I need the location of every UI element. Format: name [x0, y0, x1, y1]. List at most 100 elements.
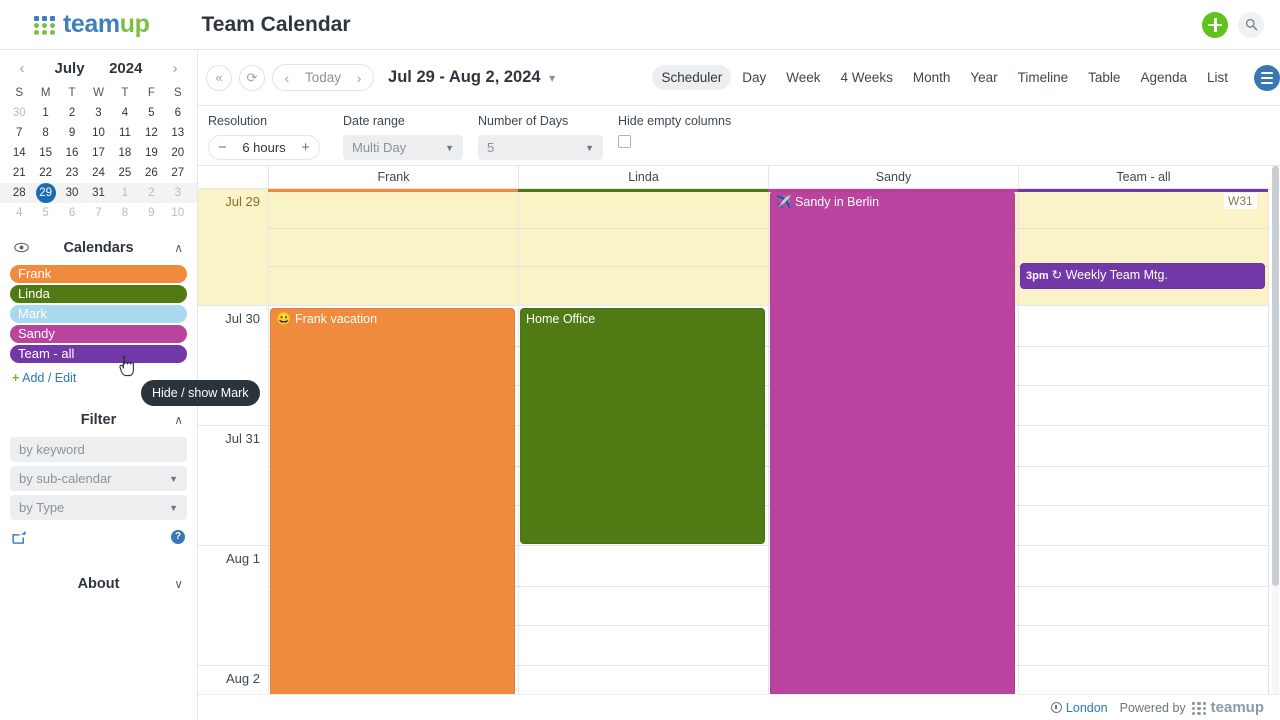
minicalendar-day-11[interactable]: 11 [112, 123, 138, 143]
view-tab-year[interactable]: Year [961, 65, 1006, 90]
minicalendar-prev-button[interactable]: ‹ [14, 60, 30, 77]
minicalendar-day-6[interactable]: 6 [59, 203, 85, 223]
date-range-picker[interactable]: Jul 29 - Aug 2, 2024 ▾ [388, 68, 555, 87]
minicalendar-day-5[interactable]: 5 [138, 103, 164, 123]
minicalendar-day-15[interactable]: 15 [32, 143, 58, 163]
hamburger-menu-icon[interactable] [1254, 64, 1280, 91]
minicalendar-day-4[interactable]: 4 [6, 203, 32, 223]
minicalendar-day-7[interactable]: 7 [85, 203, 111, 223]
resolution-stepper[interactable]: − 6 hours + [208, 135, 320, 160]
minicalendar-day-16[interactable]: 16 [59, 143, 85, 163]
next-period-button[interactable]: › [347, 70, 371, 86]
chevron-down-icon-about[interactable]: ∨ [167, 577, 183, 591]
minicalendar-next-button[interactable]: › [167, 60, 183, 77]
scheduler-date-label: Jul 31 [225, 431, 260, 446]
minicalendar-day-8[interactable]: 8 [32, 123, 58, 143]
minicalendar-day-10[interactable]: 10 [85, 123, 111, 143]
calendar-toggle-frank[interactable]: Frank [10, 265, 187, 283]
refresh-button[interactable]: ⟳ [239, 64, 265, 91]
minicalendar-day-7[interactable]: 7 [6, 123, 32, 143]
footer-teamup-logo[interactable]: teamup [1191, 699, 1264, 716]
minicalendar-day-9[interactable]: 9 [138, 203, 164, 223]
calendar-toggle-mark[interactable]: Mark [10, 305, 187, 323]
minicalendar-day-13[interactable]: 13 [165, 123, 191, 143]
calendar-toggle-team-all[interactable]: Team - all [10, 345, 187, 363]
view-tab-4-weeks[interactable]: 4 Weeks [832, 65, 902, 90]
vertical-scrollbar[interactable] [1272, 166, 1279, 694]
filter-type-select[interactable]: by Type ▼ [10, 495, 187, 520]
view-tab-week[interactable]: Week [777, 65, 829, 90]
view-tab-scheduler[interactable]: Scheduler [652, 65, 732, 90]
minicalendar-day-2[interactable]: 2 [59, 103, 85, 123]
prev-period-button[interactable]: ‹ [275, 70, 299, 86]
timezone-city-link[interactable]: London [1066, 701, 1108, 715]
minicalendar-day-30[interactable]: 30 [59, 183, 85, 203]
minicalendar-day-5[interactable]: 5 [32, 203, 58, 223]
minicalendar-day-8[interactable]: 8 [112, 203, 138, 223]
calendar-toggle-linda[interactable]: Linda [10, 285, 187, 303]
filter-keyword-input[interactable]: by keyword [10, 437, 187, 462]
scrollbar-thumb[interactable] [1272, 166, 1279, 586]
scheduler-column-header-linda[interactable]: Linda [518, 166, 768, 188]
minicalendar-day-31[interactable]: 31 [85, 183, 111, 203]
minicalendar-day-6[interactable]: 6 [165, 103, 191, 123]
view-tab-timeline[interactable]: Timeline [1009, 65, 1078, 90]
chevron-up-icon-filter[interactable]: ∧ [167, 413, 183, 427]
minicalendar-day-23[interactable]: 23 [59, 163, 85, 183]
minicalendar-day-30[interactable]: 30 [6, 103, 32, 123]
collapse-sidebar-button[interactable]: « [206, 64, 232, 91]
calendar-event[interactable]: ✈️ Sandy in Berlin [770, 191, 1015, 694]
scheduler-column-header-sandy[interactable]: Sandy [768, 166, 1018, 188]
resolution-increase-button[interactable]: + [301, 140, 310, 155]
resolution-decrease-button[interactable]: − [218, 140, 227, 155]
view-tab-day[interactable]: Day [733, 65, 775, 90]
scheduler-column-header-frank[interactable]: Frank [268, 166, 518, 188]
minicalendar-day-3[interactable]: 3 [165, 183, 191, 203]
minicalendar-day-17[interactable]: 17 [85, 143, 111, 163]
minicalendar-dow-row: SMTWTFS [0, 83, 197, 103]
minicalendar-day-12[interactable]: 12 [138, 123, 164, 143]
filter-subcalendar-select[interactable]: by sub-calendar ▼ [10, 466, 187, 491]
calendar-event[interactable]: Home Office [520, 308, 765, 544]
minicalendar-day-28[interactable]: 28 [6, 183, 32, 203]
minicalendar-day-29[interactable]: 29 [35, 183, 56, 203]
minicalendar-day-25[interactable]: 25 [112, 163, 138, 183]
hide-empty-columns-checkbox[interactable] [618, 135, 631, 148]
calendar-toggle-sandy[interactable]: Sandy [10, 325, 187, 343]
minicalendar-day-22[interactable]: 22 [32, 163, 58, 183]
chevron-up-icon-calendars[interactable]: ∧ [167, 241, 183, 255]
minicalendar-day-4[interactable]: 4 [112, 103, 138, 123]
date-range-select[interactable]: Multi Day ▼ [343, 135, 463, 160]
scheduler-column-header-team-all[interactable]: Team - all [1018, 166, 1268, 188]
minicalendar-day-26[interactable]: 26 [138, 163, 164, 183]
minicalendar-day-14[interactable]: 14 [6, 143, 32, 163]
minicalendar-day-18[interactable]: 18 [112, 143, 138, 163]
minicalendar-day-19[interactable]: 19 [138, 143, 164, 163]
view-tab-list[interactable]: List [1198, 65, 1237, 90]
today-button[interactable]: Today [299, 70, 347, 85]
view-tab-agenda[interactable]: Agenda [1131, 65, 1196, 90]
share-icon[interactable] [12, 530, 27, 547]
minicalendar-day-27[interactable]: 27 [165, 163, 191, 183]
minicalendar-day-3[interactable]: 3 [85, 103, 111, 123]
add-event-button[interactable] [1202, 11, 1228, 38]
minicalendar-day-10[interactable]: 10 [165, 203, 191, 223]
teamup-logo[interactable]: teamup [34, 10, 150, 39]
minicalendar-day-1[interactable]: 1 [112, 183, 138, 203]
number-of-days-select[interactable]: 5 ▼ [478, 135, 603, 160]
view-tab-month[interactable]: Month [904, 65, 960, 90]
minicalendar-day-24[interactable]: 24 [85, 163, 111, 183]
about-section-header[interactable]: About ∨ [0, 567, 197, 601]
minicalendar-day-9[interactable]: 9 [59, 123, 85, 143]
search-button[interactable] [1238, 11, 1264, 38]
event-title: Home Office [526, 312, 596, 326]
calendar-event[interactable]: 😀 Frank vacation [270, 308, 515, 694]
minicalendar-day-2[interactable]: 2 [138, 183, 164, 203]
minicalendar-day-20[interactable]: 20 [165, 143, 191, 163]
eye-icon[interactable] [14, 241, 30, 256]
view-tab-table[interactable]: Table [1079, 65, 1129, 90]
minicalendar-day-1[interactable]: 1 [32, 103, 58, 123]
help-icon[interactable]: ? [171, 530, 185, 544]
minicalendar-day-21[interactable]: 21 [6, 163, 32, 183]
calendar-event[interactable]: 3pm ↻ Weekly Team Mtg. [1020, 263, 1265, 289]
